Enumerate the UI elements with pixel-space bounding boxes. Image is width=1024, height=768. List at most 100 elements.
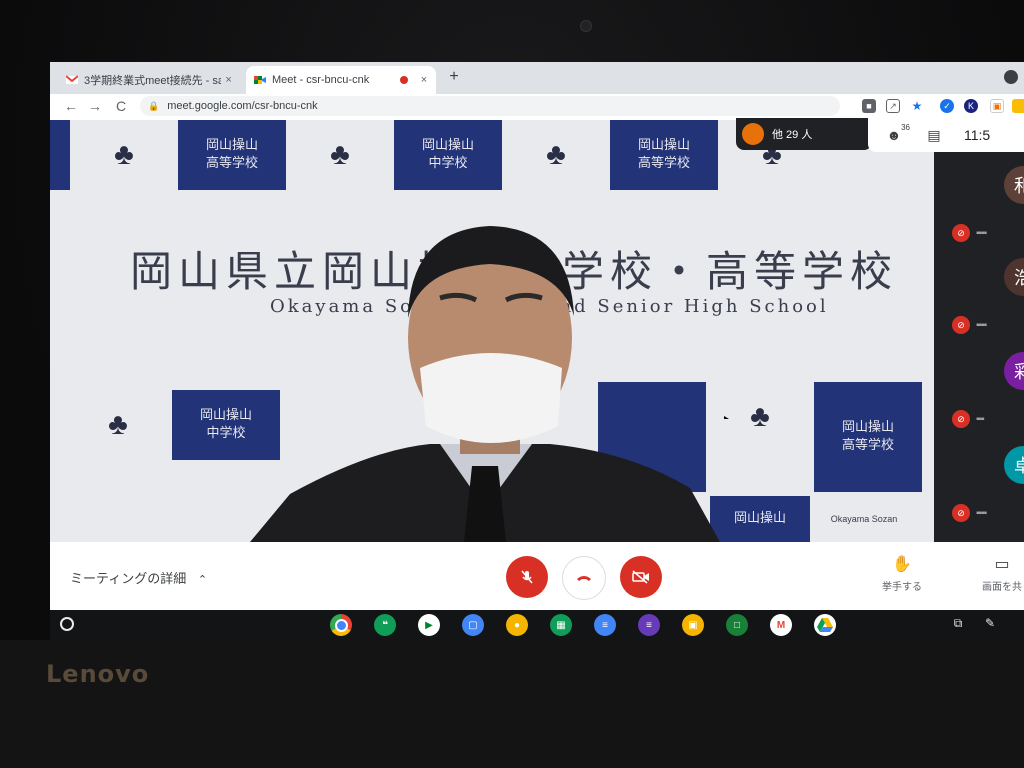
participant-name-blurred: ▪▪▪▪ [976,508,987,519]
forward-button[interactable]: → [86,98,104,114]
speaker-person [250,226,720,542]
participant-tile[interactable]: 和 ⊘ ▪▪▪▪ [946,160,1024,246]
extension-k-icon[interactable]: K [964,99,978,113]
present-screen-button[interactable]: ▭ 画面を共 [980,554,1024,593]
stylus-icon[interactable]: ✎ [980,616,1000,634]
participant-name-blurred: ▪▪▪▪ [976,320,987,331]
mouse-cursor-icon [724,416,729,419]
emblem-icon: ♣ [114,138,134,171]
laptop-brand: Lenovo [46,660,150,688]
browser-toolbar: ← → C 🔒 meet.google.com/csr-bncu-cnk ■ ↗… [50,94,1024,121]
camera-off-icon [632,570,649,584]
tab-title: 3学期終業式meet接続先 - sato [84,75,222,87]
docs-icon[interactable]: ≡ [594,614,616,636]
gmail-icon[interactable]: M [770,614,792,636]
back-button[interactable]: ← [62,98,80,114]
open-in-icon[interactable]: ↗ [886,99,900,113]
extension-icon[interactable] [1012,99,1024,113]
hangouts-chat-icon[interactable]: ❝ [374,614,396,636]
close-tab-icon[interactable]: × [416,74,432,86]
participant-name-blurred: ▪▪▪ [976,414,985,425]
emblem-icon: ♣ [750,400,770,433]
participant-tile[interactable]: 浩 ⊘ ▪▪▪▪ [946,252,1024,338]
meet-top-right-bar: ☻ 36 ▤ 11:5 [868,118,1024,152]
avatar: 彩 [1004,352,1024,390]
slides-icon[interactable]: ▣ [682,614,704,636]
camera-toggle-button[interactable] [620,556,662,598]
speaker-video: ♣ 岡山操山高等学校 ♣ 岡山操山中学校 ♣ 岡山操山高等学校 ♣ 岡山県立岡山… [50,120,934,542]
emblem-icon: ♣ [108,408,128,441]
backdrop-block: 岡山操山 高等学校 [610,120,718,190]
hand-icon: ✋ [892,556,912,573]
drive-icon[interactable] [814,614,836,636]
screenshot-icon[interactable]: ⧉ [948,616,968,634]
tab-meet[interactable]: Meet - csr-bncu-cnk × [246,66,436,94]
mic-muted-icon: ⊘ [952,504,970,522]
backdrop-row: ♣ 岡山操山 中学校 [50,390,280,460]
meeting-details-label: ミーティングの詳細 [70,571,187,586]
gmail-icon [65,74,79,86]
extension-icon[interactable]: ✓ [940,99,954,113]
participant-name-blurred: ▪▪▪▪ [976,228,987,239]
new-tab-button[interactable]: + [444,68,464,86]
avatar [742,123,764,145]
backdrop-block: 岡山操山 高等学校 [814,382,922,492]
files-icon[interactable]: ▢ [462,614,484,636]
backdrop-small-text: Okayama Sozan [830,514,898,524]
lock-icon: 🔒 [148,100,160,111]
others-count: 他 29 人 [772,129,813,141]
chrome-icon[interactable] [330,614,352,636]
url-text: meet.google.com/csr-bncu-cnk [167,100,318,112]
leave-call-button[interactable] [562,556,606,600]
tab-search-icon[interactable] [1004,70,1018,84]
avatar: 和 [1004,166,1024,204]
launcher-button[interactable] [60,617,74,631]
backdrop-block: 岡山操山 [710,496,810,542]
people-icon[interactable]: ☻ 36 [880,123,910,143]
meeting-details-button[interactable]: ミーティングの詳細 ⌃ [70,568,207,587]
hang-up-icon [577,576,591,581]
laptop-chin [0,640,1024,768]
meet-icon [254,74,266,86]
other-participants-chip[interactable]: 他 29 人 [736,118,872,150]
chat-icon[interactable]: ▤ [920,127,948,144]
mic-muted-icon: ⊘ [952,410,970,428]
emblem-icon: ♣ [546,138,566,171]
recording-indicator-icon [400,76,408,84]
participant-tile[interactable]: 卓 ⊘ ▪▪▪▪ [946,440,1024,526]
forms-icon[interactable]: ≡ [638,614,660,636]
raise-hand-label: 挙手する [882,582,922,593]
extension-icon[interactable]: ▣ [990,99,1004,113]
emblem-icon: ♣ [330,138,350,171]
bookmark-star-icon[interactable]: ★ [910,99,924,113]
present-icon: ▭ [994,556,1010,573]
mic-toggle-button[interactable] [506,556,548,598]
webcam [580,20,592,32]
classroom-icon[interactable]: □ [726,614,748,636]
address-bar[interactable]: 🔒 meet.google.com/csr-bncu-cnk [140,96,840,116]
close-tab-icon[interactable]: × [221,74,236,86]
backdrop-row: ♣ 岡山操山 高等学校 ♣ 岡山操山 中学校 ♣ 岡山操山 高等学校 ♣ [50,120,826,190]
meet-icon[interactable]: ▶ [418,614,440,636]
backdrop-row: 岡山操山 Okayama Sozan [710,496,918,542]
meet-control-bar: ミーティングの詳細 ⌃ ✋ 挙手する ▭ 画面を共 [50,542,1024,610]
chevron-up-icon: ⌃ [197,574,208,586]
reload-button[interactable]: C [112,98,130,114]
avatar: 浩 [1004,258,1024,296]
keep-icon[interactable]: ● [506,614,528,636]
mic-off-icon [521,570,533,584]
os-shelf: ❝ ▶ ▢ ● ▦ ≡ ≡ ▣ □ M ⧉ ✎ [50,610,1024,640]
backdrop-block: 岡山操山 中学校 [394,120,502,190]
tab-strip: 3学期終業式meet接続先 - sato × Meet - csr-bncu-c… [50,62,1024,94]
tab-gmail[interactable]: 3学期終業式meet接続先 - sato × [58,66,240,94]
participant-tile[interactable]: 彩 ⊘ ▪▪▪ [946,346,1024,432]
backdrop-block: 岡山操山 高等学校 [178,120,286,190]
mic-muted-icon: ⊘ [952,224,970,242]
raise-hand-button[interactable]: ✋ 挙手する [870,554,934,593]
sheets-icon[interactable]: ▦ [550,614,572,636]
screen: 3学期終業式meet接続先 - sato × Meet - csr-bncu-c… [50,62,1024,640]
camera-indicator-icon[interactable]: ■ [862,99,876,113]
avatar: 卓 [1004,446,1024,484]
present-label: 画面を共 [982,582,1022,593]
tab-title: Meet - csr-bncu-cnk [272,74,370,86]
